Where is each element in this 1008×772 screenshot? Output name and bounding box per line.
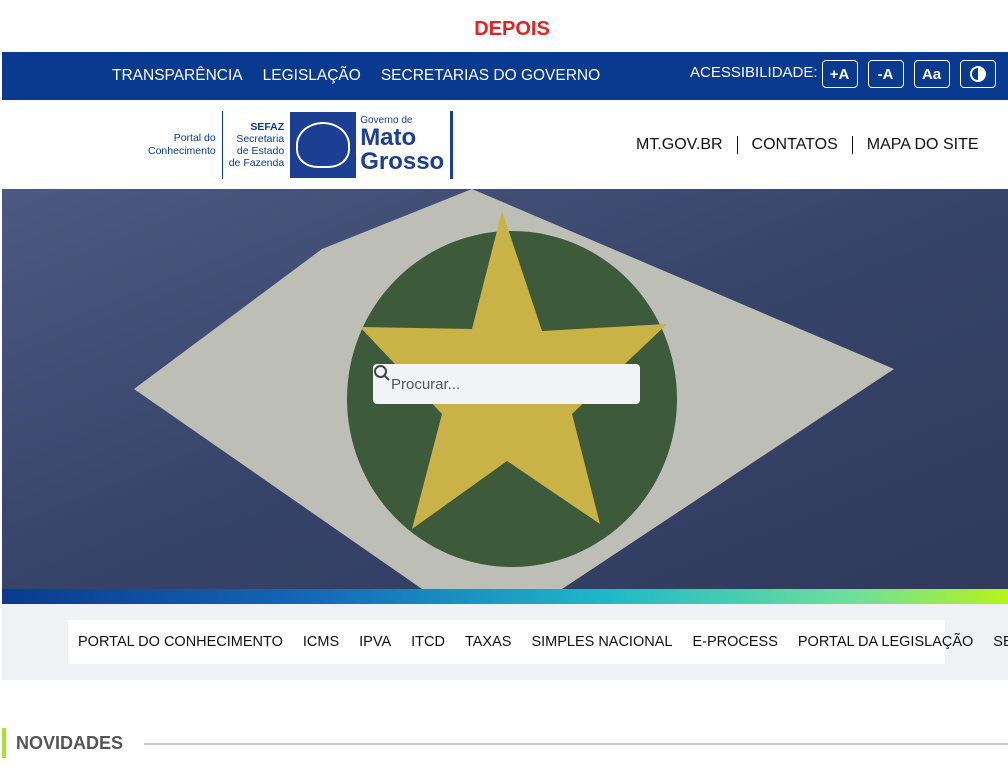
- category-portal-conhecimento[interactable]: PORTAL DO CONHECIMENTO: [78, 634, 283, 650]
- category-icms[interactable]: ICMS: [303, 634, 339, 650]
- category-portal-legislacao[interactable]: PORTAL DA LEGISLAÇÃO: [798, 634, 973, 650]
- logo-portal-text: Portal do Conhecimento: [148, 132, 222, 158]
- logo-sefaz-line1: SEFAZ: [250, 121, 285, 133]
- contrast-icon: [969, 66, 986, 82]
- header-links: MT.GOV.BR CONTATOS MAPA DO SITE: [636, 136, 993, 154]
- category-nav: PORTAL DO CONHECIMENTO ICMS IPVA ITCD TA…: [68, 620, 1008, 664]
- logo-gov-line2: Grosso: [360, 148, 445, 175]
- search-box: [373, 364, 640, 404]
- section-divider: [144, 743, 1008, 745]
- logo-sefaz-text: SEFAZ Secretaria de Estado de Fazenda: [223, 121, 290, 169]
- logo-sefaz-line4: de Fazenda: [228, 157, 285, 169]
- logo-portal-line1: Portal do: [173, 132, 216, 144]
- nav-transparencia[interactable]: TRANSPARÊNCIA: [112, 67, 243, 85]
- link-mt-gov[interactable]: MT.GOV.BR: [636, 136, 737, 154]
- search-icon[interactable]: [373, 364, 391, 382]
- category-itcd[interactable]: ITCD: [411, 634, 445, 650]
- hero-banner: [2, 189, 1008, 589]
- logo-sefaz-line3: de Estado: [236, 145, 285, 157]
- category-simples-nacional[interactable]: SIMPLES NACIONAL: [531, 634, 672, 650]
- link-mapa-do-site[interactable]: MAPA DO SITE: [851, 136, 993, 154]
- category-e-process[interactable]: E-PROCESS: [692, 634, 777, 650]
- top-bar: TRANSPARÊNCIA LEGISLAÇÃO SECRETARIAS DO …: [2, 52, 1008, 100]
- accessibility-label: ACESSIBILIDADE:: [690, 63, 818, 81]
- category-nav-wrapper: PORTAL DO CONHECIMENTO ICMS IPVA ITCD TA…: [2, 604, 1008, 680]
- font-reset-button[interactable]: Aa: [913, 60, 950, 88]
- nav-secretarias[interactable]: SECRETARIAS DO GOVERNO: [381, 67, 600, 85]
- link-contatos[interactable]: CONTATOS: [736, 136, 852, 154]
- section-accent-bar: [2, 728, 6, 758]
- logo-gov-line1: Mato: [360, 124, 417, 151]
- category-sefaz[interactable]: SEFAZ: [993, 634, 1008, 650]
- page-caption: DEPOIS: [474, 18, 550, 40]
- top-nav: TRANSPARÊNCIA LEGISLAÇÃO SECRETARIAS DO …: [112, 52, 600, 100]
- category-taxas[interactable]: TAXAS: [465, 634, 511, 650]
- gradient-divider: [2, 589, 1008, 604]
- news-section-header: NOVIDADES: [2, 728, 1008, 758]
- logo-sefaz-line2: Secretaria: [236, 133, 285, 145]
- nav-legislacao[interactable]: LEGISLAÇÃO: [263, 67, 361, 85]
- category-ipva[interactable]: IPVA: [359, 634, 391, 650]
- contrast-button[interactable]: [959, 60, 996, 88]
- accessibility-controls: ACESSIBILIDADE: +A -A Aa: [690, 60, 996, 88]
- site-logo[interactable]: Portal do Conhecimento SEFAZ Secretaria …: [148, 110, 454, 180]
- site-header: Portal do Conhecimento SEFAZ Secretaria …: [2, 100, 1008, 189]
- state-crest-icon: [290, 112, 357, 178]
- logo-portal-line2: Conhecimento: [148, 145, 216, 157]
- section-title: NOVIDADES: [16, 733, 124, 753]
- font-decrease-button[interactable]: -A: [867, 60, 904, 88]
- logo-government-text: Governo de Mato Grosso: [356, 111, 454, 179]
- search-input[interactable]: [389, 374, 624, 394]
- font-increase-button[interactable]: +A: [821, 60, 858, 88]
